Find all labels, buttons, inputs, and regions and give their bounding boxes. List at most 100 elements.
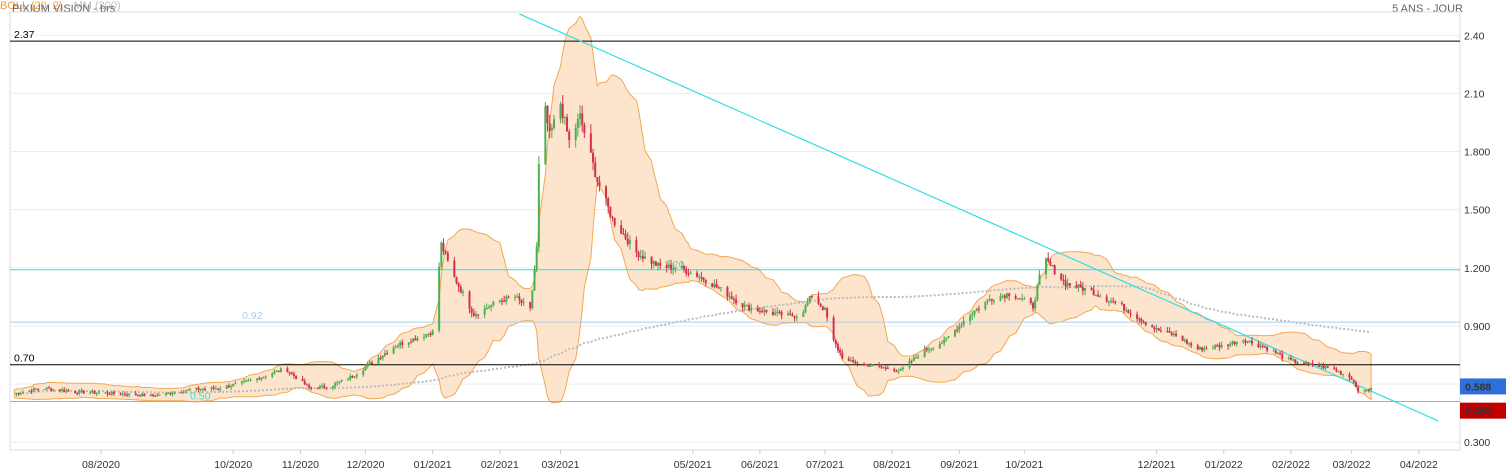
candle-body xyxy=(927,349,930,351)
candle-body xyxy=(689,272,692,275)
candle-body xyxy=(383,353,386,356)
candle-body xyxy=(854,361,857,364)
x-tick-label: 09/2021 xyxy=(940,459,978,471)
candle-body xyxy=(139,395,142,397)
candle-body xyxy=(652,261,655,264)
candle-body xyxy=(199,389,202,391)
candle-body xyxy=(1038,274,1041,286)
candle-body xyxy=(624,234,627,239)
candle-body xyxy=(568,131,571,141)
candle-body xyxy=(295,375,298,379)
candle-body xyxy=(761,311,764,313)
candle-body xyxy=(219,388,222,390)
candle-body xyxy=(468,291,471,309)
candle-body xyxy=(613,217,616,226)
candle-body xyxy=(839,350,842,353)
candle-body xyxy=(641,255,644,259)
candle-body xyxy=(349,376,352,380)
candle-body xyxy=(531,290,534,309)
x-tick-label: 12/2021 xyxy=(1138,459,1176,471)
candle-body xyxy=(932,348,935,350)
candle-body xyxy=(93,391,96,394)
candle-body xyxy=(290,372,293,374)
candle-body xyxy=(639,255,642,258)
candle xyxy=(1181,335,1184,342)
price-badge-label: 0.588 xyxy=(1465,381,1491,393)
candle-body xyxy=(1114,301,1117,304)
candle-body xyxy=(1183,339,1186,341)
candle-body xyxy=(258,378,261,380)
x-tick-label: 08/2021 xyxy=(873,459,911,471)
candle-body xyxy=(986,299,989,302)
candle-body xyxy=(953,329,956,337)
candle-body xyxy=(1077,284,1080,288)
candle-body xyxy=(503,300,506,302)
candle-body xyxy=(438,266,441,331)
candle-body xyxy=(774,312,777,315)
x-tick-label: 10/2020 xyxy=(214,459,252,471)
x-tick-label: 07/2021 xyxy=(806,459,844,471)
candle-body xyxy=(1129,313,1132,315)
candle xyxy=(544,101,547,165)
candle-body xyxy=(351,376,354,378)
candle-body xyxy=(1136,314,1139,319)
candle-body xyxy=(717,287,720,289)
candle-body xyxy=(1326,366,1329,368)
candle-body xyxy=(1142,321,1145,323)
candle-body xyxy=(318,386,321,389)
candle-body xyxy=(1153,327,1156,330)
candle-body xyxy=(923,348,926,357)
candle-body xyxy=(368,362,371,365)
candle-body xyxy=(61,389,64,391)
candle-body xyxy=(126,394,129,396)
candle-body xyxy=(984,301,987,310)
candlestick-chart[interactable]: 2.402.101.8001.5001.2000.9000.6000.30008… xyxy=(0,0,1507,474)
level-label: 0.70 xyxy=(14,353,35,365)
candle-body xyxy=(123,393,126,395)
candle-body xyxy=(366,364,369,367)
gridlines xyxy=(10,34,1460,443)
candle-body xyxy=(657,263,660,266)
candle-body xyxy=(113,391,116,394)
candle-body xyxy=(336,382,339,384)
candle-body xyxy=(394,346,397,348)
candle-body xyxy=(609,206,612,217)
candle-body xyxy=(910,361,913,363)
candle-body xyxy=(914,357,917,359)
candle-body xyxy=(249,380,252,382)
candle-body xyxy=(310,387,313,389)
candle-body xyxy=(802,312,805,317)
candle-body xyxy=(607,198,610,207)
candle xyxy=(438,262,441,333)
candle-body xyxy=(533,269,536,291)
x-tick-label: 01/2021 xyxy=(414,459,452,471)
candle-body xyxy=(849,360,852,362)
candle-body xyxy=(680,266,683,269)
candle-body xyxy=(453,260,456,277)
candle xyxy=(546,104,549,132)
candle-body xyxy=(171,393,174,395)
candle-body xyxy=(728,296,731,298)
candle-body xyxy=(878,364,881,367)
candle xyxy=(923,345,926,358)
candle-body xyxy=(654,261,657,266)
candle-body xyxy=(292,373,295,376)
candle-body xyxy=(487,307,490,309)
candle-body xyxy=(576,118,579,128)
candle-body xyxy=(732,298,735,300)
candle-body xyxy=(1220,344,1223,348)
candle-body xyxy=(104,392,107,394)
candle-body xyxy=(808,296,811,303)
candle-body xyxy=(1214,345,1217,349)
candle-body xyxy=(210,387,213,390)
candle-body xyxy=(240,381,243,384)
candle-body xyxy=(574,127,577,141)
candle-body xyxy=(381,355,384,359)
candle-body xyxy=(149,394,152,397)
candle-body xyxy=(30,390,33,392)
candle-body xyxy=(1198,347,1201,350)
candle-body xyxy=(243,380,246,382)
candle-body xyxy=(886,367,889,370)
candle xyxy=(442,238,445,255)
candle-body xyxy=(698,277,701,279)
